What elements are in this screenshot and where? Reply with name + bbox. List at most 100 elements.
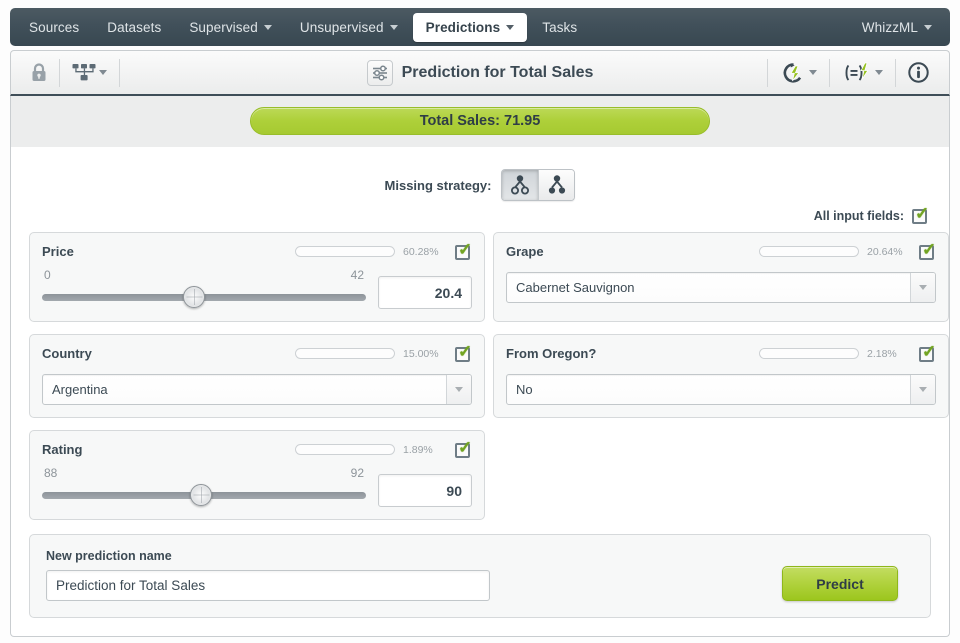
nav-label: Tasks [542, 19, 578, 35]
slider-max-rating: 92 [350, 466, 364, 480]
predict-action: Predict [782, 566, 914, 601]
account-label: WhizzML [861, 19, 918, 35]
field-checkbox-country[interactable]: ✓ [455, 343, 472, 362]
last-prediction-strategy-button[interactable] [502, 170, 539, 200]
toolbar-divider [119, 58, 120, 87]
batch-prediction-icon [783, 62, 802, 83]
chevron-down-icon [389, 24, 398, 30]
chevron-down-icon [809, 70, 817, 75]
slider-column: 88 92 [42, 464, 366, 507]
check-icon: ✓ [458, 438, 473, 457]
select-value-country: Argentina [52, 382, 108, 397]
field-card-from-oregon: From Oregon? 2.18% ✓ No [493, 334, 949, 418]
predict-button-label: Predict [816, 575, 864, 592]
navbar-links: Sources Datasets Supervised Unsupervised… [16, 12, 849, 42]
prediction-form: Missing strategy: All input fields: ✓ Pr… [10, 147, 950, 637]
nav-label: Sources [29, 19, 80, 35]
field-card-grape: Grape 20.64% ✓ Cabernet Sauvignon [493, 232, 949, 322]
predict-button[interactable]: Predict [782, 566, 898, 601]
chevron-down-icon[interactable] [910, 273, 935, 302]
field-header: Country 15.00% ✓ [42, 343, 472, 362]
nav-item-supervised[interactable]: Supervised [176, 13, 285, 42]
field-card-rating: Rating 1.89% ✓ 88 92 90 [29, 430, 485, 520]
field-control-price: 0 42 20.4 [42, 266, 472, 309]
field-card-price: Price 60.28% ✓ 0 42 20.4 [29, 232, 485, 322]
field-control-rating: 88 92 90 [42, 464, 472, 507]
navbar-account: WhizzML [849, 13, 936, 42]
importance-percent-country: 15.00% [403, 347, 439, 360]
chevron-down-icon[interactable] [446, 375, 471, 404]
field-header: Price 60.28% ✓ [42, 240, 473, 260]
chevron-down-icon [875, 70, 883, 75]
grid-empty-cell [493, 430, 949, 520]
all-input-fields-checkbox[interactable]: ✓ [912, 204, 930, 224]
check-icon: ✓ [915, 204, 930, 223]
chevron-down-icon [924, 24, 932, 30]
nav-label: Supervised [189, 19, 258, 35]
missing-strategy-toggle [501, 169, 576, 201]
slider-range-labels: 88 92 [42, 466, 366, 483]
prediction-result-pill: Total Sales: 71.95 [250, 107, 710, 135]
info-button[interactable] [896, 51, 941, 94]
lock-button[interactable] [19, 51, 59, 94]
toolbar-right-group [767, 51, 941, 94]
page-title: Prediction for Total Sales [401, 63, 594, 81]
prediction-name-input[interactable]: Prediction for Total Sales [46, 570, 490, 601]
all-input-fields-label: All input fields: [813, 208, 904, 223]
select-grape[interactable]: Cabernet Sauvignon [506, 272, 936, 303]
chevron-down-icon [99, 70, 107, 75]
check-icon: ✓ [922, 342, 937, 361]
select-country[interactable]: Argentina [42, 374, 472, 405]
importance-percent-grape: 20.64% [867, 245, 903, 258]
sliders-glyph [372, 64, 387, 81]
select-from-oregon[interactable]: No [506, 374, 936, 405]
nav-item-tasks[interactable]: Tasks [529, 13, 590, 42]
model-menu-button[interactable] [60, 51, 119, 94]
select-value-from-oregon: No [516, 382, 533, 397]
nav-item-unsupervised[interactable]: Unsupervised [287, 13, 411, 42]
chevron-down-icon[interactable] [910, 375, 935, 404]
nav-item-predictions[interactable]: Predictions [412, 12, 528, 42]
nav-item-datasets[interactable]: Datasets [94, 13, 174, 42]
caret-glyph [919, 285, 927, 290]
app-root: Sources Datasets Supervised Unsupervised… [0, 0, 960, 643]
slider-handle-rating[interactable] [189, 484, 212, 506]
select-value-grape: Cabernet Sauvignon [516, 280, 635, 295]
missing-strategy-row: Missing strategy: [29, 169, 931, 201]
prediction-result-text: Total Sales: 71.95 [419, 113, 541, 129]
evaluation-button[interactable] [830, 51, 895, 94]
last-prediction-strategy-icon [511, 175, 530, 195]
field-checkbox-rating[interactable]: ✓ [455, 438, 473, 458]
resource-toolbar: Prediction for Total Sales [10, 50, 950, 96]
field-checkbox-grape[interactable]: ✓ [919, 240, 937, 260]
missing-strategy-label: Missing strategy: [384, 177, 492, 193]
batch-prediction-button[interactable] [768, 51, 829, 94]
evaluation-icon [845, 62, 869, 81]
importance-percent-price: 60.28% [403, 245, 439, 258]
slider-column: 0 42 [42, 266, 366, 309]
slider-handle-price[interactable] [183, 286, 206, 308]
field-label-country: Country [42, 346, 92, 361]
nav-item-sources[interactable]: Sources [16, 13, 92, 42]
proportional-strategy-button[interactable] [538, 170, 575, 200]
importance-bar-rating [295, 444, 395, 455]
nav-label: Datasets [107, 19, 162, 35]
field-header: Rating 1.89% ✓ [42, 438, 473, 458]
main-navbar: Sources Datasets Supervised Unsupervised… [10, 8, 950, 46]
value-input-rating[interactable]: 90 [378, 474, 472, 507]
input-fields-grid: Price 60.28% ✓ 0 42 20.4 Grape 20.64% ✓ … [29, 232, 949, 520]
new-prediction-panel: New prediction name Prediction for Total… [29, 534, 931, 618]
slider-range-labels: 0 42 [42, 268, 366, 285]
field-checkbox-price[interactable]: ✓ [455, 240, 473, 260]
check-icon: ✓ [458, 240, 473, 259]
slider-price[interactable] [42, 285, 366, 309]
importance-bar-price [295, 246, 395, 257]
slider-rating[interactable] [42, 483, 366, 507]
prediction-name-block: New prediction name Prediction for Total… [46, 549, 501, 601]
field-label-price: Price [42, 244, 74, 259]
field-checkbox-from-oregon[interactable]: ✓ [919, 342, 937, 362]
account-menu[interactable]: WhizzML [849, 13, 936, 42]
check-icon: ✓ [922, 240, 937, 259]
chevron-down-icon [263, 24, 272, 30]
value-input-price[interactable]: 20.4 [378, 276, 472, 309]
